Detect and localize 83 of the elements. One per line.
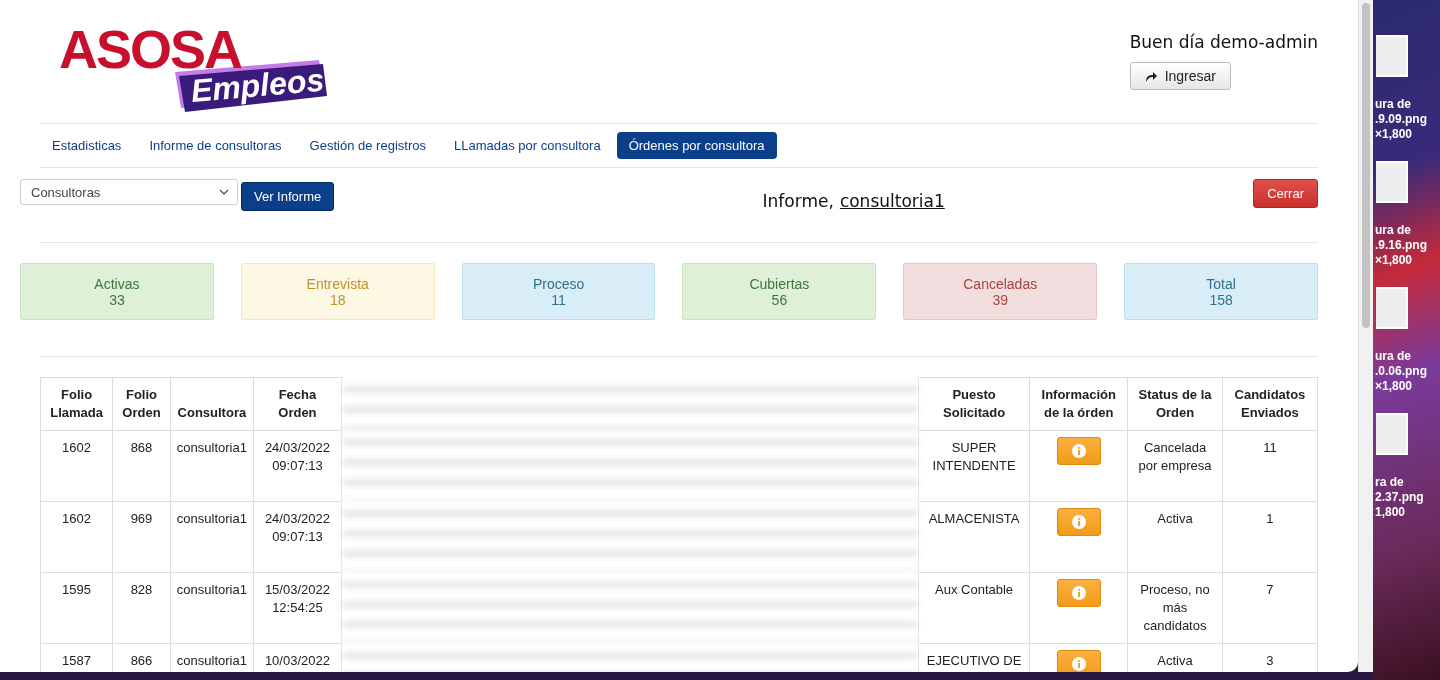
info-button[interactable] — [1056, 650, 1101, 672]
scrollbar[interactable] — [1358, 0, 1373, 672]
file-label: .9.16.png — [1375, 238, 1428, 253]
column-header: Fecha Orden — [253, 377, 342, 431]
table-cell: Cancelada por empresa — [1127, 430, 1223, 502]
stat-label: Cubiertas — [749, 275, 810, 292]
nav-tab[interactable]: Informe de consultoras — [137, 132, 294, 159]
file-label: .0.06.png — [1375, 364, 1428, 379]
info-icon — [1071, 515, 1086, 529]
file-thumbnail[interactable] — [1376, 287, 1408, 329]
file-thumbnail[interactable] — [1376, 161, 1408, 203]
table-cell: 24/03/2022 09:07:13 — [253, 430, 342, 502]
view-report-button[interactable]: Ver Informe — [241, 182, 335, 211]
column-header: Folio Orden — [112, 377, 171, 431]
stat-value: 56 — [771, 291, 788, 308]
table-cell: SUPER INTENDENTE — [918, 430, 1030, 502]
table-cell: 11 — [1222, 430, 1318, 502]
table-cell: 1587 — [40, 643, 113, 672]
stat-label: Proceso — [532, 275, 585, 292]
consultant-link[interactable]: consultoria1 — [839, 191, 945, 211]
info-button[interactable] — [1056, 579, 1101, 607]
table-cell: 1602 — [40, 501, 113, 573]
table-cell: consultoria1 — [170, 501, 254, 573]
table-cell: consultoria1 — [170, 430, 254, 502]
file-label: ura de — [1375, 223, 1412, 238]
stat-value: 11 — [551, 291, 566, 308]
close-button[interactable]: Cerrar — [1253, 179, 1318, 208]
table-cell: 969 — [112, 501, 171, 573]
stat-value: 158 — [1209, 291, 1233, 308]
greeting-text: Buen día demo-admin — [1129, 32, 1318, 52]
consultora-select[interactable]: Consultoras — [20, 179, 238, 205]
stat-value: 18 — [329, 291, 346, 308]
table-cell: 828 — [112, 572, 171, 644]
file-label: ×1,800 — [1375, 379, 1414, 394]
stat-label: Canceladas — [963, 275, 1038, 292]
column-header: Folio Llamada — [40, 377, 113, 431]
table-cell: 1 — [1222, 501, 1318, 573]
info-icon — [1071, 586, 1086, 600]
info-icon — [1071, 444, 1086, 458]
share-arrow-icon — [1144, 70, 1157, 82]
file-thumbnail[interactable] — [1376, 35, 1408, 77]
nav-tab[interactable]: Estadisticas — [40, 132, 134, 159]
table-cell: Activa — [1127, 501, 1223, 573]
file-label: .9.09.png — [1375, 112, 1428, 127]
file-label: ×1,800 — [1375, 253, 1414, 268]
column-header: Puesto Solicitado — [918, 377, 1030, 431]
file-label: 1,800 — [1375, 505, 1407, 520]
table-cell: 1595 — [40, 572, 113, 644]
info-button[interactable] — [1056, 437, 1101, 465]
column-header: Consultora — [170, 377, 254, 431]
table-cell: consultoria1 — [170, 572, 254, 644]
column-header: Candidatos Enviados — [1222, 377, 1318, 431]
file-thumbnail[interactable] — [1376, 413, 1408, 455]
report-title: Informe, — [762, 191, 834, 211]
file-label: 2.37.png — [1375, 490, 1425, 505]
info-icon — [1071, 657, 1086, 671]
stat-value: 33 — [109, 291, 125, 308]
table-cell: 1602 — [40, 430, 113, 502]
info-button[interactable] — [1056, 508, 1101, 536]
nav-tab[interactable]: Gestión de registros — [297, 132, 438, 159]
logo: ASOSA Empleos — [57, 22, 327, 112]
table-cell: Proceso, no más candidatos — [1127, 572, 1223, 644]
file-label: ra de — [1375, 475, 1405, 490]
stat-label: Entrevista — [306, 275, 369, 292]
stat-label: Total — [1206, 275, 1236, 292]
stat-value: 39 — [992, 291, 1008, 308]
login-button[interactable]: Ingresar — [1129, 62, 1231, 90]
table-cell: Aux Contable — [918, 572, 1030, 644]
file-label: ×1,800 — [1375, 127, 1414, 142]
nav-tab[interactable]: LLamadas por consultora — [441, 132, 613, 159]
table-cell: 24/03/2022 09:07:13 — [253, 501, 342, 573]
table-cell: ALMACENISTA — [918, 501, 1030, 573]
nav-tab[interactable]: Órdenes por consultora — [616, 132, 777, 159]
file-label: ura de — [1375, 349, 1412, 364]
column-header: Status de la Orden — [1127, 377, 1223, 431]
column-header: Información de la órden — [1029, 377, 1128, 431]
table-cell: 15/03/2022 12:54:25 — [253, 572, 342, 644]
table-cell: 868 — [112, 430, 171, 502]
chevron-down-icon — [219, 189, 229, 195]
stat-label: Activas — [94, 275, 140, 292]
table-cell: 7 — [1222, 572, 1318, 644]
file-label: ura de — [1375, 97, 1412, 112]
scrollbar-thumb[interactable] — [1362, 3, 1370, 328]
